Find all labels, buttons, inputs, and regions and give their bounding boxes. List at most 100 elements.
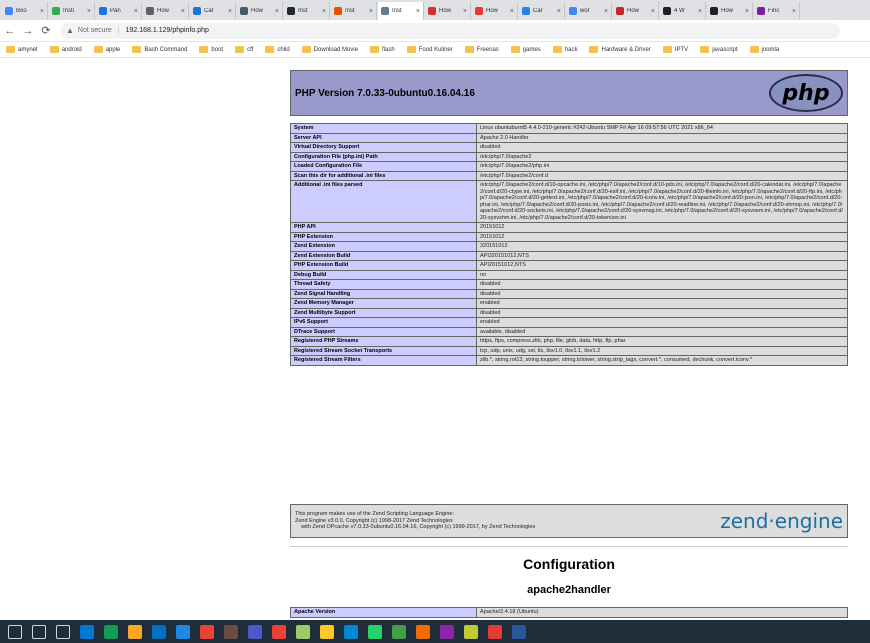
search-icon[interactable] — [32, 624, 46, 639]
directive-value: Linux ubuntuburnt5 4.4.0-210-generic #24… — [476, 123, 848, 134]
chrome-icon[interactable] — [272, 624, 286, 639]
directive-value: /etc/php/7.0/apache2/php.ini — [476, 161, 848, 172]
browser-tab[interactable]: Boo × — [2, 2, 48, 20]
bookmark-folder[interactable]: android — [49, 46, 82, 53]
close-tab-icon[interactable]: × — [275, 8, 279, 15]
bookmark-folder[interactable]: cff — [235, 46, 253, 53]
forward-icon[interactable]: → — [20, 25, 36, 37]
close-tab-icon[interactable]: × — [228, 8, 232, 15]
folder-icon — [700, 46, 710, 53]
close-tab-icon[interactable]: × — [322, 8, 326, 15]
browser-tab[interactable]: Inst × — [331, 2, 377, 20]
browser-tab[interactable]: How × — [613, 2, 659, 20]
windows-icon[interactable] — [8, 624, 22, 639]
close-tab-icon[interactable]: × — [698, 8, 702, 15]
browser-tab[interactable]: How × — [425, 2, 471, 20]
browser-tab[interactable]: How × — [707, 2, 753, 20]
table-row: PHP Extension 20151012 — [290, 231, 848, 242]
browser-tab[interactable]: Inst × — [284, 2, 330, 20]
close-tab-icon[interactable]: × — [181, 8, 185, 15]
app-icon[interactable] — [416, 624, 430, 639]
browser-tab[interactable]: Inst × — [378, 2, 424, 20]
bookmark-folder[interactable]: hack — [552, 46, 577, 53]
bookmark-folder[interactable]: amynet — [6, 46, 38, 53]
app-icon[interactable] — [320, 624, 334, 639]
directive-value: API320151012,NTS — [476, 250, 848, 261]
mail-icon[interactable] — [80, 624, 94, 639]
url-text[interactable]: 192.168.1.129/phpinfo.php — [126, 27, 209, 34]
reload-icon[interactable]: ⟳ — [38, 24, 54, 37]
bookmark-folder[interactable]: child — [265, 46, 290, 53]
bookmark-folder[interactable]: Freenas — [464, 46, 499, 53]
app-icon[interactable] — [224, 624, 238, 639]
close-tab-icon[interactable]: × — [87, 8, 91, 15]
file-explorer-icon[interactable] — [128, 624, 142, 639]
browser-tab[interactable]: Pan × — [96, 2, 142, 20]
close-tab-icon[interactable]: × — [557, 8, 561, 15]
address-bar[interactable]: ▲ Not secure | 192.168.1.129/phpinfo.php — [60, 22, 840, 39]
bookmark-label: Food Kuliner — [418, 46, 453, 53]
app-icon[interactable] — [488, 624, 502, 639]
word-icon[interactable] — [512, 624, 526, 639]
tab-label: 4 W — [674, 8, 685, 14]
bookmark-folder[interactable]: flash — [370, 46, 395, 53]
app-icon[interactable] — [440, 624, 454, 639]
whatsapp-icon[interactable] — [368, 624, 382, 639]
edge-icon[interactable] — [104, 624, 118, 639]
directive-name: Thread Safety — [290, 279, 477, 290]
tab-strip: Boo × Insti × Pan × How × Car × How × Inst × Inst × Inst… — [0, 0, 870, 20]
browser-tab[interactable]: wor × — [566, 2, 612, 20]
browser-tab[interactable]: Car × — [519, 2, 565, 20]
tab-favicon-icon — [99, 7, 107, 15]
back-icon[interactable]: ← — [2, 25, 18, 37]
bookmark-folder[interactable]: games — [510, 46, 541, 53]
tab-label: Car — [533, 8, 543, 14]
browser-tab[interactable]: Finc × — [754, 2, 800, 20]
bookmark-folder[interactable]: Food Kuliner — [406, 46, 453, 53]
browser-tab[interactable]: Car × — [190, 2, 236, 20]
tab-favicon-icon — [52, 7, 60, 15]
browser-tab[interactable]: 4 W × — [660, 2, 706, 20]
bookmark-folder[interactable]: IPTV — [662, 46, 688, 53]
close-tab-icon[interactable]: × — [510, 8, 514, 15]
bookmark-folder[interactable]: apple — [93, 46, 120, 53]
browser-tab[interactable]: How × — [472, 2, 518, 20]
table-row: Zend Multibyte Support disabled — [290, 307, 848, 318]
tab-favicon-icon — [710, 7, 718, 15]
close-tab-icon[interactable]: × — [416, 8, 420, 15]
app-icon[interactable] — [344, 624, 358, 639]
chrome-icon[interactable] — [200, 624, 214, 639]
photos-icon[interactable] — [176, 624, 190, 639]
directive-name: Zend Memory Manager — [290, 298, 477, 309]
bookmark-label: cff — [247, 46, 254, 53]
teams-icon[interactable] — [248, 624, 262, 639]
browser-tab[interactable]: How × — [237, 2, 283, 20]
close-tab-icon[interactable]: × — [369, 8, 373, 15]
browser-tab[interactable]: Insti × — [49, 2, 95, 20]
bookmark-folder[interactable]: Bash Command — [132, 46, 187, 53]
bookmark-folder[interactable]: javascript — [700, 46, 738, 53]
close-tab-icon[interactable]: × — [792, 8, 796, 15]
divider — [290, 546, 848, 547]
app-icon[interactable] — [296, 624, 310, 639]
bookmark-folder[interactable]: boot — [199, 46, 223, 53]
table-row: Zend Extension Build API320151012,NTS — [290, 250, 848, 261]
bookmark-folder[interactable]: Hardware & Driver — [589, 46, 651, 53]
bookmark-folder[interactable]: Download Movie — [301, 46, 358, 53]
close-tab-icon[interactable]: × — [134, 8, 138, 15]
task-view-icon[interactable] — [56, 624, 70, 639]
close-tab-icon[interactable]: × — [651, 8, 655, 15]
table-row: Registered PHP Streams https, ftps, compr… — [290, 336, 848, 347]
outlook-icon[interactable] — [152, 624, 166, 639]
app-icon[interactable] — [464, 624, 478, 639]
tab-favicon-icon — [428, 7, 436, 15]
bookmark-folder[interactable]: joomla — [749, 46, 779, 53]
close-tab-icon[interactable]: × — [463, 8, 467, 15]
app-icon[interactable] — [392, 624, 406, 639]
directive-name: Additional .ini files parsed — [290, 180, 477, 223]
close-tab-icon[interactable]: × — [604, 8, 608, 15]
close-tab-icon[interactable]: × — [745, 8, 749, 15]
close-tab-icon[interactable]: × — [40, 8, 44, 15]
tab-label: Finc — [768, 8, 780, 14]
browser-tab[interactable]: How × — [143, 2, 189, 20]
